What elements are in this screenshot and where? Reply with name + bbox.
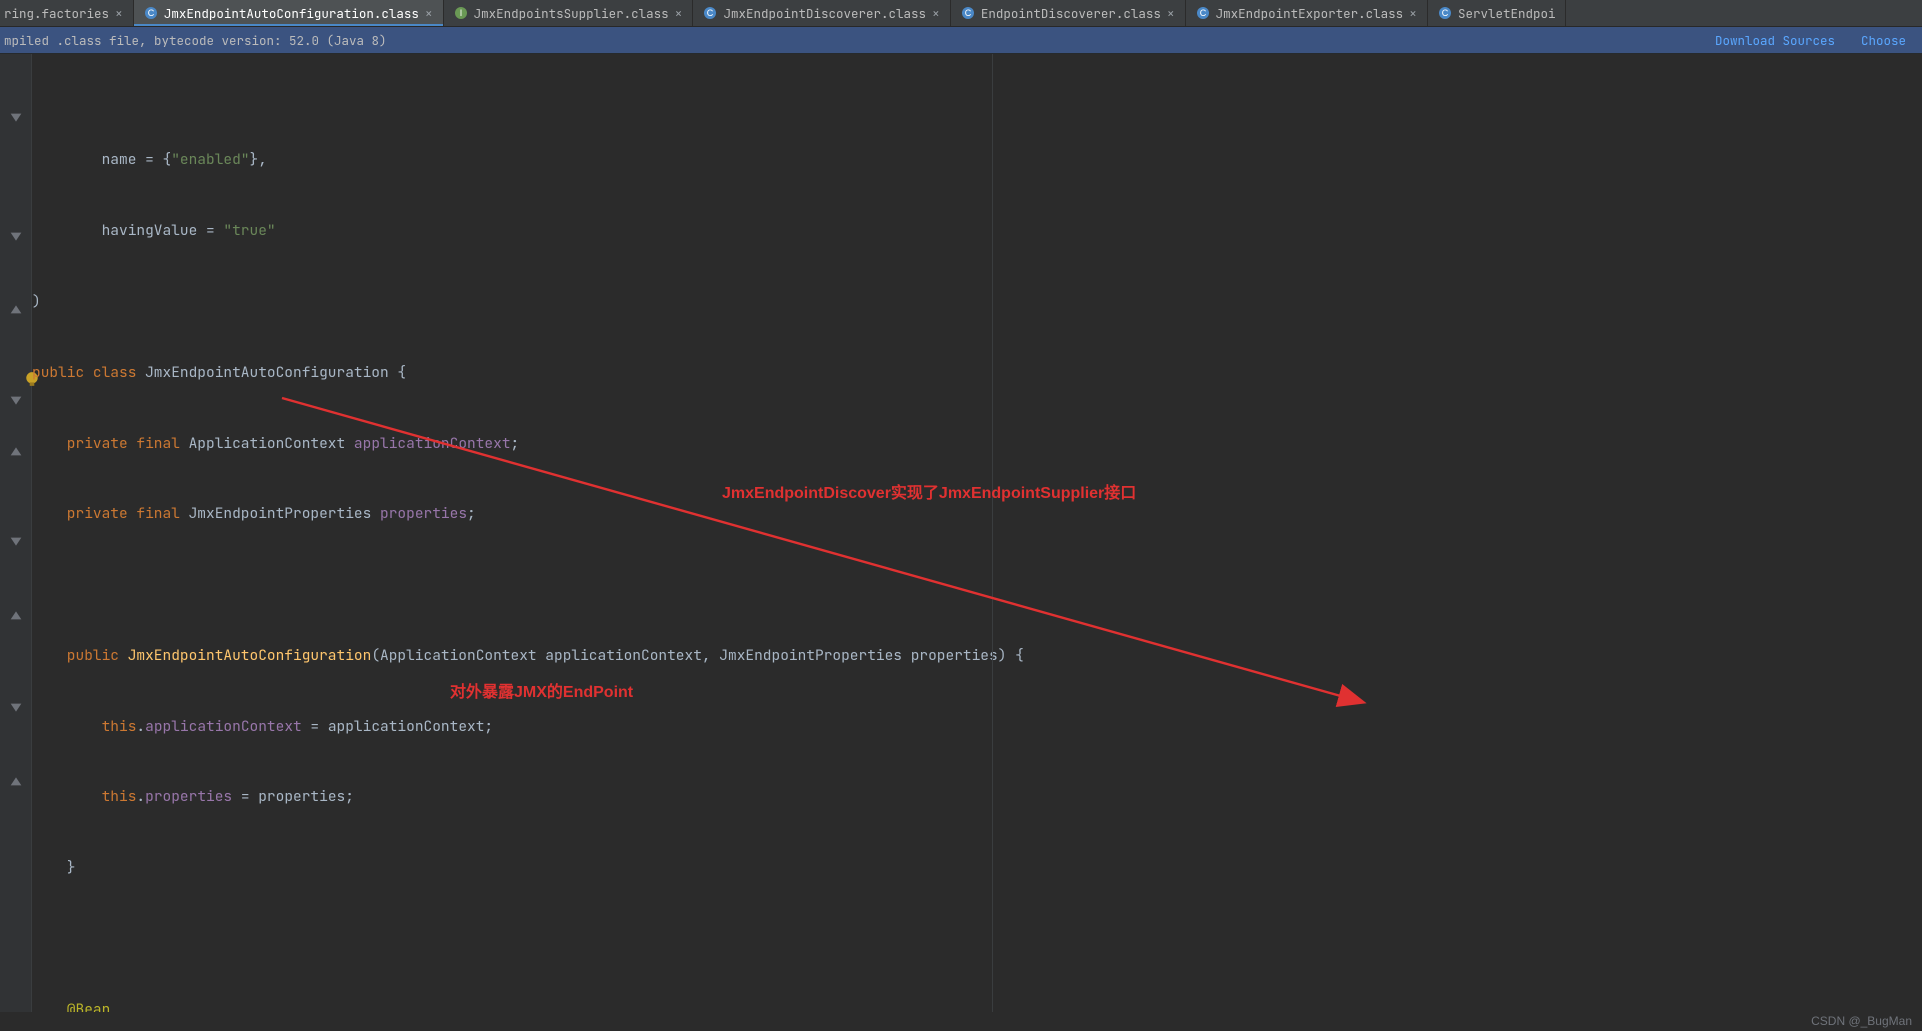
choose-sources-link[interactable]: Choose	[1861, 32, 1906, 49]
svg-text:C: C	[965, 8, 972, 18]
close-icon[interactable]: ×	[425, 5, 433, 22]
right-margin-ruler	[992, 54, 993, 1012]
info-text: mpiled .class file, bytecode version: 52…	[0, 32, 387, 49]
kw-public: public	[32, 363, 93, 382]
code-area[interactable]: name = {"enabled"}, havingValue = "true"…	[32, 54, 1922, 1012]
svg-text:C: C	[1442, 8, 1449, 18]
tab-jmxendpoint-autoconfig[interactable]: C JmxEndpointAutoConfiguration.class ×	[134, 0, 444, 26]
fold-icon[interactable]	[8, 230, 24, 246]
svg-text:C: C	[1199, 8, 1206, 18]
decompiled-info-bar: mpiled .class file, bytecode version: 52…	[0, 27, 1922, 54]
tab-label: ServletEndpoi	[1458, 5, 1556, 22]
annotation-2: 对外暴露JMX的EndPoint	[450, 681, 633, 705]
class-icon: C	[961, 6, 975, 20]
svg-text:C: C	[148, 8, 155, 18]
tab-servlet-endpoint[interactable]: C ServletEndpoi	[1428, 0, 1567, 26]
fold-icon[interactable]	[8, 701, 24, 717]
code-editor[interactable]: name = {"enabled"}, havingValue = "true"…	[0, 54, 1922, 1012]
close-icon[interactable]: ×	[932, 5, 940, 22]
close-icon[interactable]: ×	[1409, 5, 1417, 22]
tab-label: JmxEndpointExporter.class	[1216, 5, 1404, 22]
fold-icon[interactable]	[8, 111, 24, 127]
close-icon[interactable]: ×	[115, 5, 123, 22]
fold-icon[interactable]	[8, 394, 24, 410]
tab-jmxendpoints-supplier[interactable]: I JmxEndpointsSupplier.class ×	[444, 0, 694, 26]
svg-text:C: C	[707, 8, 714, 18]
fold-icon[interactable]	[8, 535, 24, 551]
close-icon[interactable]: ×	[675, 5, 683, 22]
close-icon[interactable]: ×	[1167, 5, 1175, 22]
fold-icon[interactable]	[8, 300, 24, 316]
download-sources-link[interactable]: Download Sources	[1715, 32, 1835, 49]
tab-jmxendpoint-exporter[interactable]: C JmxEndpointExporter.class ×	[1186, 0, 1428, 26]
fold-icon[interactable]	[8, 442, 24, 458]
tab-jmxendpoint-discoverer[interactable]: C JmxEndpointDiscoverer.class ×	[693, 0, 950, 26]
tab-factories[interactable]: ring.factories ×	[0, 0, 134, 26]
class-icon: C	[703, 6, 717, 20]
watermark: CSDN @_BugMan	[1811, 1012, 1912, 1031]
tab-label: JmxEndpointsSupplier.class	[474, 5, 669, 22]
class-icon: C	[144, 6, 158, 20]
tab-label: ring.factories	[4, 5, 109, 22]
class-icon: C	[1438, 6, 1452, 20]
tab-label: EndpointDiscoverer.class	[981, 5, 1161, 22]
tab-label: JmxEndpointDiscoverer.class	[723, 5, 926, 22]
editor-gutter[interactable]	[0, 54, 32, 1012]
interface-icon: I	[454, 6, 468, 20]
tab-endpoint-discoverer[interactable]: C EndpointDiscoverer.class ×	[951, 0, 1186, 26]
svg-text:I: I	[459, 8, 462, 18]
class-icon: C	[1196, 6, 1210, 20]
tab-label: JmxEndpointAutoConfiguration.class	[164, 5, 419, 22]
fold-icon[interactable]	[8, 606, 24, 622]
fold-icon[interactable]	[8, 772, 24, 788]
editor-tabbar: ring.factories × C JmxEndpointAutoConfig…	[0, 0, 1922, 27]
